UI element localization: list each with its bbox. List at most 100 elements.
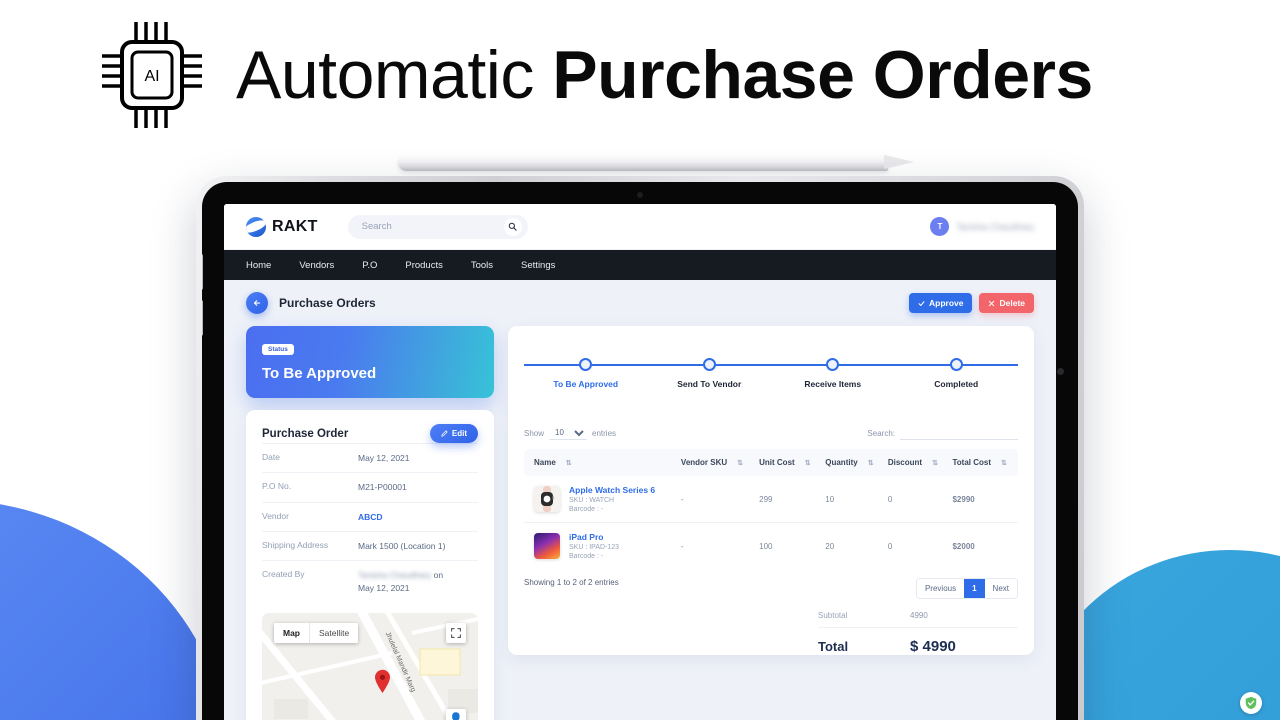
nav-item-tools[interactable]: Tools — [471, 260, 493, 271]
pencil-tip — [884, 155, 914, 169]
product-barcode: Barcode : - — [569, 553, 604, 560]
step-receive-items[interactable]: Receive Items — [771, 344, 895, 390]
entries-info: Showing 1 to 2 of 2 entries — [524, 578, 619, 587]
po-key: Date — [262, 452, 280, 462]
table-head: Name ⇅ Vendor SKU ⇅ Unit Cost ⇅ Quantity ⇅ D… — [524, 449, 1018, 476]
product-name[interactable]: Apple Watch Series 6 — [569, 485, 655, 495]
nav-item-settings[interactable]: Settings — [521, 260, 555, 271]
col-total-cost[interactable]: Total Cost ⇅ — [948, 449, 1018, 476]
po-created-by-name: Tanisha Chaudhary — [358, 570, 432, 581]
step-label: Receive Items — [804, 379, 862, 389]
cell-discount: 0 — [883, 476, 949, 523]
headline-text: Automatic Purchase Orders — [236, 41, 1093, 109]
apple-pencil — [398, 152, 914, 174]
step-send-to-vendor[interactable]: Send To Vendor — [648, 344, 772, 390]
volume-down-button[interactable] — [202, 300, 203, 336]
headline: AI Automatic Purchase Orders — [0, 0, 1280, 150]
cell-discount: 0 — [887, 541, 893, 551]
adguard-shield-icon[interactable] — [1240, 692, 1262, 714]
page-body: Status To Be Approved Purchase Order Edi… — [224, 326, 1056, 720]
nav-item-vendors[interactable]: Vendors — [299, 260, 334, 271]
step-completed[interactable]: Completed — [895, 344, 1019, 390]
main-nav: Home Vendors P.O Products Tools Settings — [224, 250, 1056, 280]
col-label: Unit Cost — [759, 458, 795, 467]
search-icon — [508, 222, 517, 231]
po-row-date: Date May 12, 2021 — [262, 443, 478, 472]
ipad-pro-thumbnail — [534, 533, 560, 559]
volume-up-button[interactable] — [202, 254, 203, 290]
location-map[interactable]: Jhulelal Mandir Marg Map Satellite 👤 — [262, 612, 478, 720]
pagination-previous[interactable]: Previous — [916, 579, 965, 598]
pagination-page-1[interactable]: 1 — [964, 579, 985, 598]
status-card: Status To Be Approved — [246, 326, 494, 398]
page-actions: Approve Delete — [909, 293, 1034, 313]
search-box[interactable] — [347, 214, 528, 239]
pagination-next[interactable]: Next — [984, 579, 1017, 598]
map-tab-satellite[interactable]: Satellite — [309, 622, 359, 643]
tablet-screen: RAKT T Tanisha Chaudhary — [224, 204, 1056, 720]
headline-emphasis: Purchase Orders — [552, 37, 1093, 113]
delete-button[interactable]: Delete — [979, 293, 1034, 313]
col-label: Total Cost — [952, 458, 991, 467]
po-key: Vendor — [262, 510, 289, 521]
po-row-shipping-address: Shipping Address Mark 1500 (Location 1) — [262, 530, 478, 560]
col-discount[interactable]: Discount ⇅ — [883, 449, 949, 476]
col-vendor-sku[interactable]: Vendor SKU ⇅ — [676, 449, 756, 476]
step-to-be-approved[interactable]: To Be Approved — [524, 344, 648, 390]
page-title: Purchase Orders — [279, 296, 376, 310]
step-label: Send To Vendor — [677, 379, 742, 389]
user-menu[interactable]: T Tanisha Chaudhary — [930, 217, 1034, 236]
map-type-toggle: Map Satellite — [274, 622, 359, 643]
brand-logo[interactable]: RAKT — [246, 216, 318, 237]
page-length-select[interactable]: 10 25 50 100 — [549, 426, 588, 440]
map-tab-map[interactable]: Map — [274, 622, 309, 643]
po-row-created-by: Created By Tanisha Chaudhary on May 12, 2… — [262, 560, 478, 602]
po-vendor-link[interactable]: ABCD — [358, 511, 383, 523]
step-dot-icon — [949, 358, 963, 371]
arrow-left-icon — [253, 300, 261, 306]
cell-unit-cost: 100 — [759, 541, 773, 551]
product-sku: SKU : WATCH — [569, 497, 615, 504]
subtotal-label: Subtotal — [818, 611, 848, 620]
table-row[interactable]: Apple Watch Series 6 SKU : WATCH Barcode… — [524, 476, 1018, 523]
approve-button[interactable]: Approve — [909, 293, 973, 313]
table-row[interactable]: iPad Pro SKU : IPAD-123 Barcode : - - 10… — [524, 523, 1018, 570]
fullscreen-icon — [451, 628, 461, 638]
stepper-steps: To Be Approved Send To Vendor Receive It… — [524, 344, 1018, 390]
nav-item-home[interactable]: Home — [246, 260, 271, 271]
po-key: P.O No. — [262, 481, 292, 492]
pencil-body — [398, 154, 888, 171]
search-button[interactable] — [503, 217, 522, 236]
col-unit-cost[interactable]: Unit Cost ⇅ — [755, 449, 822, 476]
search-input[interactable] — [361, 221, 504, 232]
total-value: $ 4990 — [910, 638, 956, 655]
step-dot-icon — [826, 358, 840, 371]
user-name: Tanisha Chaudhary — [956, 221, 1034, 232]
headline-prefix: Automatic — [236, 37, 553, 113]
pegman-button[interactable]: 👤 — [446, 708, 466, 720]
col-quantity[interactable]: Quantity ⇅ — [821, 449, 884, 476]
footer-right: Previous 1 Next Subtotal 4990 Total $ 49… — [818, 578, 1018, 655]
back-button[interactable] — [246, 292, 268, 314]
sort-icon: ⇅ — [565, 459, 572, 467]
product-name[interactable]: iPad Pro — [569, 532, 619, 542]
col-name[interactable]: Name ⇅ — [524, 449, 677, 476]
fullscreen-button[interactable] — [446, 622, 466, 643]
entries-label: entries — [592, 428, 617, 438]
nav-item-products[interactable]: Products — [405, 260, 443, 271]
show-label: Show — [524, 428, 545, 438]
table-search-input[interactable] — [900, 426, 1018, 440]
nav-item-po[interactable]: P.O — [362, 260, 377, 271]
cell-name: Apple Watch Series 6 SKU : WATCH Barcode… — [524, 476, 677, 523]
po-key: Created By — [262, 569, 305, 580]
brand-name: RAKT — [272, 217, 318, 235]
edit-button[interactable]: Edit — [429, 424, 478, 443]
purchase-order-card-header: Purchase Order Edit — [262, 424, 478, 443]
status-badge: Status — [262, 344, 294, 355]
step-dot-icon — [702, 358, 716, 371]
sort-icon: ⇅ — [737, 459, 743, 467]
cell-vendor-sku: - — [676, 476, 756, 523]
table-search-control: Search: — [867, 426, 1018, 440]
page-header: Purchase Orders Approve Delete — [224, 280, 1056, 326]
total-label: Total — [818, 639, 849, 654]
